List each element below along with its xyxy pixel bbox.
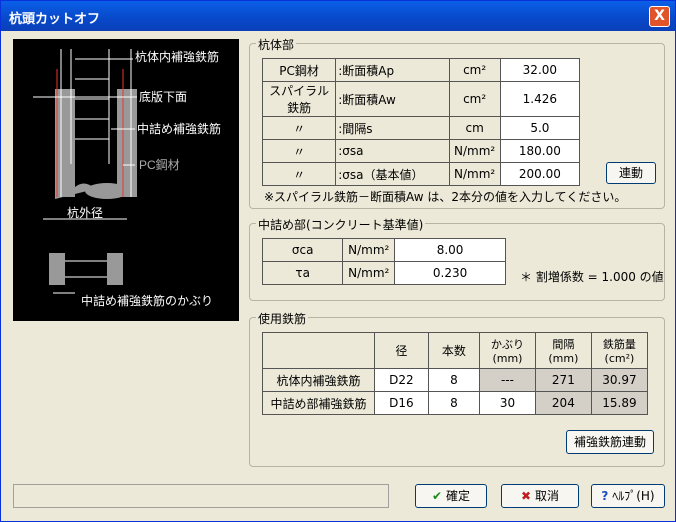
ok-label: 確定 xyxy=(445,489,470,503)
concrete-unit-1: N/mm² xyxy=(342,261,396,285)
pc-bottom xyxy=(85,183,129,199)
concrete-name-1: τa xyxy=(261,261,344,285)
pile-name-1: スパイラル鉄筋 xyxy=(261,81,337,117)
window-title: 杭頭カットオフ xyxy=(9,12,101,27)
pile-name-2: 〃 xyxy=(261,116,337,140)
table-row: 〃 :σsa（基本値） N/mm² 200.00 xyxy=(261,162,581,186)
rebar-cover-0: --- xyxy=(479,368,536,392)
concrete-table: σca N/mm² 8.00 τa N/mm² 0.230 xyxy=(261,238,506,285)
table-row: 径 本数 かぶり (mm) 間隔 (mm) 鉄筋量 (cm²) xyxy=(261,332,649,369)
pile-value-3[interactable]: 180.00 xyxy=(499,139,581,163)
label-slab: 底版下面 xyxy=(139,89,187,104)
pile-prop-1: :断面積Aw xyxy=(335,81,450,117)
rebar-header-count: 本数 xyxy=(427,332,481,369)
rebar-count-1[interactable]: 8 xyxy=(427,391,481,415)
rebar-spacing-1: 204 xyxy=(534,391,592,415)
concrete-unit-0: N/mm² xyxy=(342,238,396,262)
rebar-header-cover: かぶり (mm) xyxy=(479,332,536,369)
pile-wall-right xyxy=(117,89,137,197)
pile-unit-3: N/mm² xyxy=(448,139,501,163)
title-bar: 杭頭カットオフ X xyxy=(1,1,675,31)
cancel-button[interactable]: ✖ 取消 xyxy=(501,484,579,508)
rebar-header-blank xyxy=(261,332,376,369)
section-wall-left xyxy=(49,253,65,285)
pile-unit-0: cm² xyxy=(448,58,501,82)
table-row: σca N/mm² 8.00 xyxy=(261,238,506,262)
pile-prop-4: :σsa（基本値） xyxy=(335,162,450,186)
rebar-group: 使用鉄筋 径 本数 かぶり (mm) 間隔 (mm) 鉄筋量 (cm²) 杭体内… xyxy=(249,310,665,467)
rebar-area-0: 30.97 xyxy=(590,368,649,392)
table-row: 中詰め部補強鉄筋 D16 8 30 204 15.89 xyxy=(261,391,649,415)
pile-name-4: 〃 xyxy=(261,162,337,186)
label-diameter: 杭外径 xyxy=(67,205,103,220)
ok-button[interactable]: ✔ 確定 xyxy=(415,484,487,508)
pile-value-4[interactable]: 200.00 xyxy=(499,162,581,186)
pile-value-2[interactable]: 5.0 xyxy=(499,116,581,140)
rebar-cover-1[interactable]: 30 xyxy=(479,391,536,415)
check-icon: ✔ xyxy=(432,489,443,503)
pile-unit-2: cm xyxy=(448,116,501,140)
label-reinforce: 杭体内補強鉄筋 xyxy=(135,49,219,64)
table-row: スパイラル鉄筋 :断面積Aw cm² 1.426 xyxy=(261,81,581,117)
pile-note: ※スパイラル鉄筋－断面積Aw は、2本分の値を入力してください。 xyxy=(264,190,627,204)
label-cover: 中詰め補強鉄筋のかぶり xyxy=(81,293,213,308)
rebar-name-1: 中詰め部補強鉄筋 xyxy=(261,391,376,415)
pile-diagram-svg: 杭体内補強鉄筋 底版下面 中詰め補強鉄筋 PC鋼材 杭外径 中詰め補強鉄筋のかぶ… xyxy=(33,49,221,308)
rebar-dia-1[interactable]: D16 xyxy=(374,391,429,415)
pile-value-1[interactable]: 1.426 xyxy=(499,81,581,117)
concrete-value-1[interactable]: 0.230 xyxy=(394,261,506,285)
rebar-area-1: 15.89 xyxy=(590,391,649,415)
label-inner: 中詰め補強鉄筋 xyxy=(137,121,221,136)
table-row: 杭体内補強鉄筋 D22 8 --- 271 30.97 xyxy=(261,368,649,392)
table-row: PC鋼材 :断面積Ap cm² 32.00 xyxy=(261,58,581,82)
pile-value-0[interactable]: 32.00 xyxy=(499,58,581,82)
rebar-dia-0[interactable]: D22 xyxy=(374,368,429,392)
rebar-table: 径 本数 かぶり (mm) 間隔 (mm) 鉄筋量 (cm²) 杭体内補強鉄筋 … xyxy=(261,332,649,415)
pile-name-0: PC鋼材 xyxy=(261,58,337,82)
pile-prop-3: :σsa xyxy=(335,139,450,163)
concrete-name-0: σca xyxy=(261,238,344,262)
rebar-group-title: 使用鉄筋 xyxy=(256,310,309,327)
cross-icon: ✖ xyxy=(521,489,532,503)
cancel-label: 取消 xyxy=(534,489,559,503)
pile-unit-1: cm² xyxy=(448,81,501,117)
concrete-note: ＊ 割増係数 = 1.000 の値 xyxy=(520,270,664,284)
pile-name-3: 〃 xyxy=(261,139,337,163)
close-button[interactable]: X xyxy=(649,6,670,27)
dialog-window: 杭頭カットオフ X 杭体内補強鉄筋 底版下面 中詰め補強鉄筋 PC鋼材 杭外径 … xyxy=(0,0,676,522)
table-row: 〃 :σsa N/mm² 180.00 xyxy=(261,139,581,163)
rebar-header-area: 鉄筋量 (cm²) xyxy=(590,332,649,369)
concrete-group: 中詰め部(コンクリート基準値) σca N/mm² 8.00 τa N/mm² … xyxy=(249,216,665,301)
rebar-name-0: 杭体内補強鉄筋 xyxy=(261,368,376,392)
pile-unit-4: N/mm² xyxy=(448,162,501,186)
concrete-group-title: 中詰め部(コンクリート基準値) xyxy=(256,216,426,233)
rebar-spacing-0: 271 xyxy=(534,368,592,392)
rebar-count-0[interactable]: 8 xyxy=(427,368,481,392)
pile-prop-0: :断面積Ap xyxy=(335,58,450,82)
table-row: τa N/mm² 0.230 xyxy=(261,261,506,285)
pile-link-button[interactable]: 連動 xyxy=(606,162,656,184)
concrete-value-0[interactable]: 8.00 xyxy=(394,238,506,262)
pile-table: PC鋼材 :断面積Ap cm² 32.00 スパイラル鉄筋 :断面積Aw cm²… xyxy=(261,58,581,186)
pile-wall-left xyxy=(55,89,75,197)
pile-group-title: 杭体部 xyxy=(256,36,297,53)
pile-diagram: 杭体内補強鉄筋 底版下面 中詰め補強鉄筋 PC鋼材 杭外径 中詰め補強鉄筋のかぶ… xyxy=(13,39,239,321)
section-wall-right xyxy=(107,253,123,285)
rebar-link-button[interactable]: 補強鉄筋連動 xyxy=(566,430,654,454)
help-label: ﾍﾙﾌﾟ(H) xyxy=(612,489,655,503)
pile-prop-2: :間隔s xyxy=(335,116,450,140)
rebar-header-dia: 径 xyxy=(374,332,429,369)
table-row: 〃 :間隔s cm 5.0 xyxy=(261,116,581,140)
help-button[interactable]: ? ﾍﾙﾌﾟ(H) xyxy=(591,484,665,508)
help-icon: ? xyxy=(601,489,609,503)
rebar-header-spacing: 間隔 (mm) xyxy=(534,332,592,369)
label-pc: PC鋼材 xyxy=(139,158,180,172)
status-bar xyxy=(13,484,389,508)
pile-group: 杭体部 PC鋼材 :断面積Ap cm² 32.00 スパイラル鉄筋 :断面積Aw… xyxy=(249,36,665,209)
